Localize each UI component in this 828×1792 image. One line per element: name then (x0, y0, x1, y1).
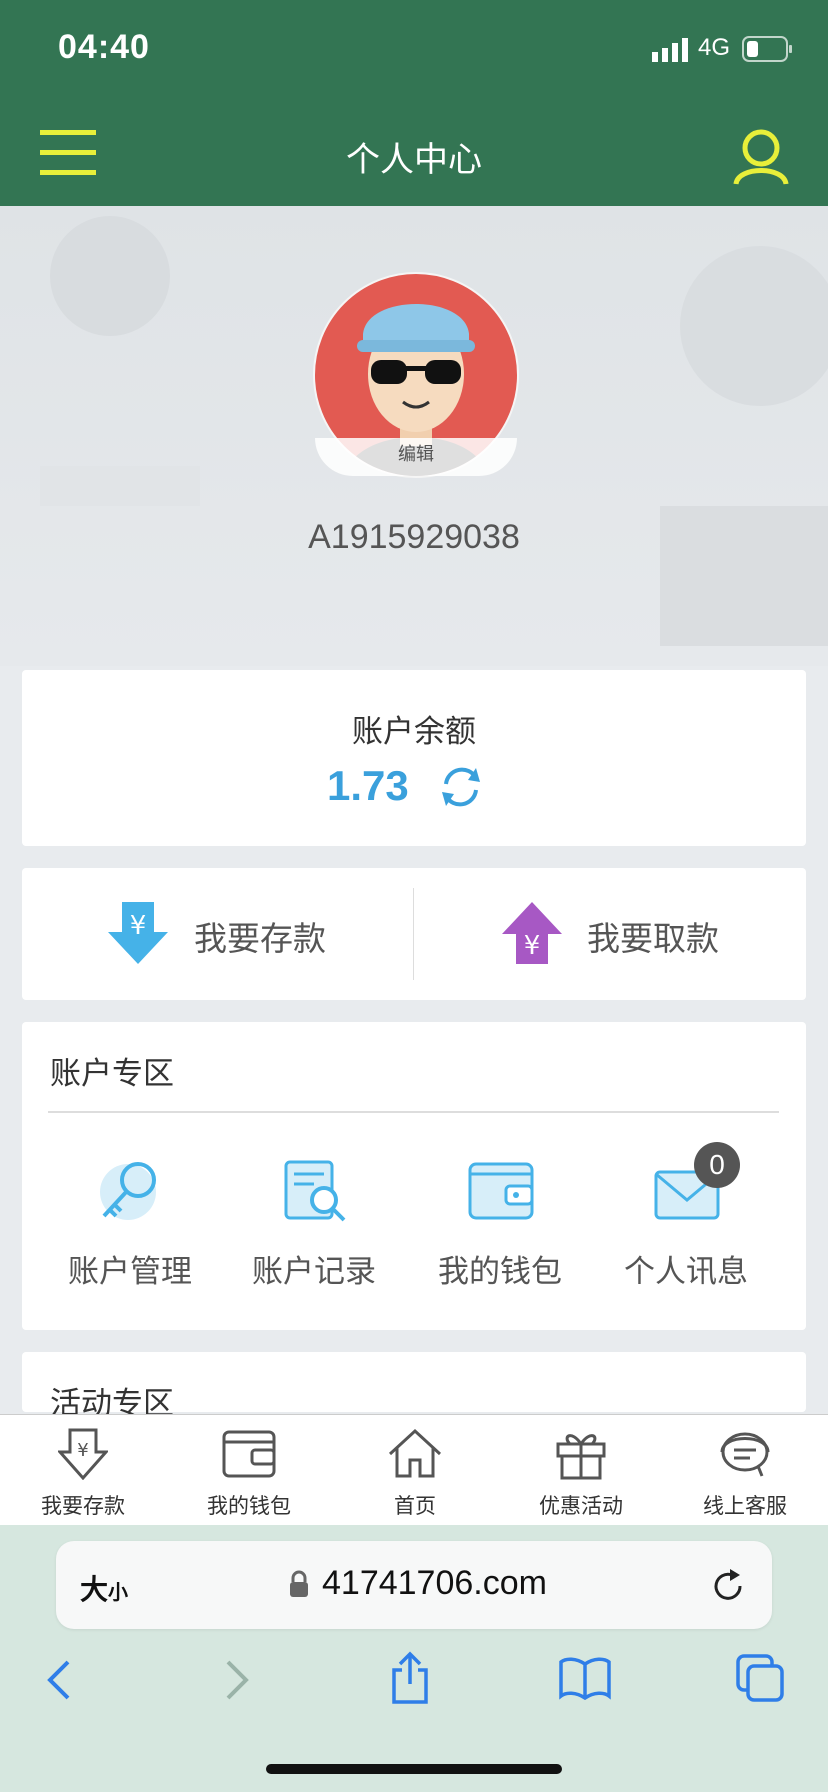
tab-wallet[interactable]: 我的钱包 (166, 1414, 332, 1524)
user-profile-icon[interactable] (732, 128, 790, 186)
deposit-arrow-icon: ¥ (108, 902, 168, 964)
signal-icon (652, 38, 688, 62)
home-indicator (266, 1764, 562, 1774)
tabs-icon[interactable] (736, 1654, 786, 1702)
text-size-button[interactable]: 大小 (80, 1568, 128, 1608)
wallet-icon (468, 1162, 534, 1220)
tab-wallet-label: 我的钱包 (207, 1494, 291, 1518)
tab-deposit[interactable]: ¥ 我要存款 (0, 1414, 166, 1524)
svg-text:¥: ¥ (524, 931, 541, 961)
record-search-icon (284, 1160, 346, 1222)
back-icon[interactable] (44, 1658, 74, 1702)
page-title: 个人中心 (346, 140, 482, 180)
tab-promotions[interactable]: 优惠活动 (498, 1414, 664, 1524)
forward-icon[interactable] (222, 1658, 252, 1702)
withdraw-label: 我要取款 (587, 919, 719, 958)
deposit-label: 我要存款 (194, 919, 326, 958)
tab-customer-service[interactable]: 线上客服 (662, 1414, 828, 1524)
my-wallet-label: 我的钱包 (438, 1254, 562, 1290)
tab-home[interactable]: 首页 (332, 1414, 498, 1524)
withdraw-arrow-icon: ¥ (502, 902, 562, 964)
text-size-big: 大 (80, 1573, 109, 1606)
key-icon (100, 1162, 156, 1220)
network-type: 4G (698, 34, 731, 61)
tab-deposit-label: 我要存款 (41, 1494, 125, 1518)
tab-promotions-label: 优惠活动 (539, 1494, 623, 1518)
balance-label: 账户余额 (352, 714, 476, 750)
bookmarks-icon[interactable] (558, 1656, 612, 1700)
account-zone-title: 账户专区 (50, 1056, 174, 1092)
tab-home-label: 首页 (394, 1494, 436, 1518)
account-management-label: 账户管理 (68, 1254, 192, 1290)
battery-icon (742, 36, 792, 62)
svg-text:¥: ¥ (130, 911, 147, 941)
balance-card (22, 670, 806, 846)
personal-messages-label: 个人讯息 (624, 1254, 748, 1290)
gift-icon (556, 1434, 606, 1480)
wallet-tab-icon (222, 1430, 276, 1478)
status-time: 04:40 (58, 28, 150, 66)
share-icon[interactable] (388, 1650, 432, 1706)
avatar-edit-label[interactable]: 编辑 (313, 440, 519, 478)
text-size-small: 小 (108, 1580, 129, 1604)
url-text[interactable]: 41741706.com (322, 1564, 547, 1603)
refresh-icon[interactable] (438, 764, 484, 810)
customer-service-icon (720, 1432, 770, 1477)
reload-icon[interactable] (710, 1568, 746, 1604)
username: A1915929038 (308, 518, 520, 556)
tab-customer-service-label: 线上客服 (703, 1494, 787, 1518)
svg-text:¥: ¥ (77, 1440, 88, 1461)
balance-value: 1.73 (327, 762, 409, 809)
lock-icon (290, 1570, 308, 1597)
deposit-tab-icon: ¥ (58, 1428, 108, 1480)
home-icon (388, 1428, 442, 1478)
account-zone-divider (48, 1111, 779, 1113)
message-count-badge: 0 (694, 1142, 740, 1188)
account-records-label: 账户记录 (252, 1254, 376, 1290)
